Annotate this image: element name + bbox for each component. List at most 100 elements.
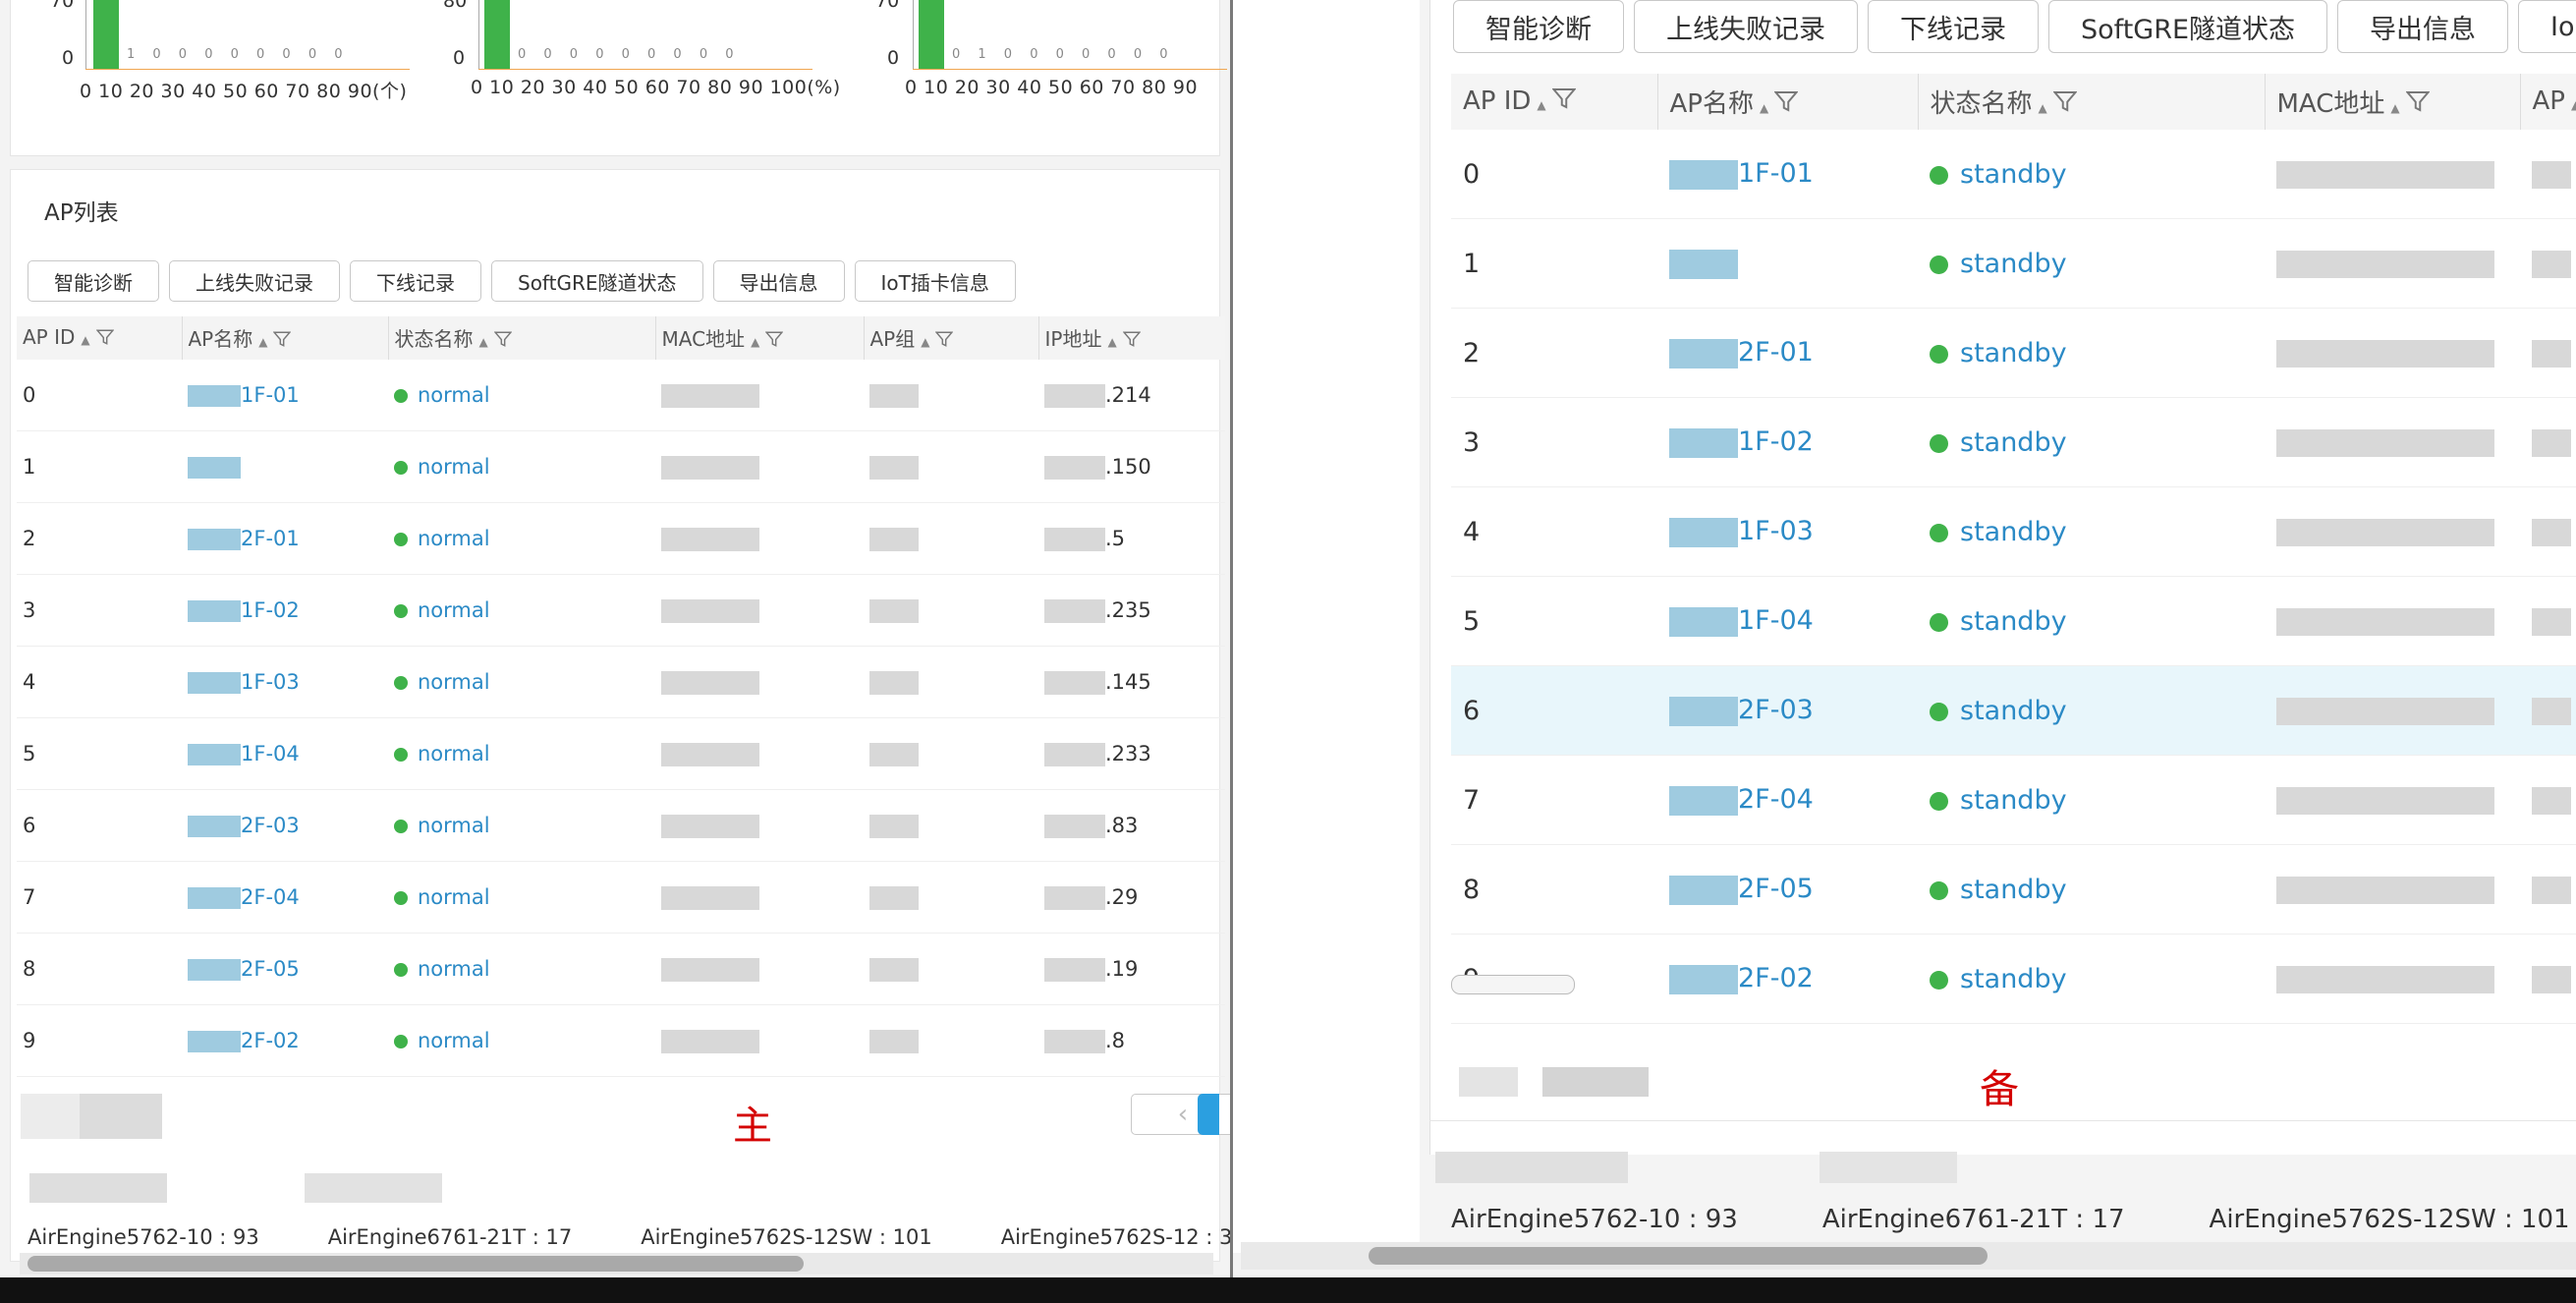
scrollbar-thumb[interactable]	[28, 1256, 804, 1272]
export-info-button[interactable]: 导出信息	[2337, 0, 2509, 53]
iot-card-info-button[interactable]: Io	[2518, 0, 2576, 53]
filter-icon[interactable]	[273, 329, 292, 353]
ap-name-link[interactable]: 2F-03	[241, 814, 300, 837]
ap-name-link[interactable]: 1F-01	[1738, 158, 1814, 189]
table-horizontal-scrollbar[interactable]	[1451, 975, 1575, 994]
filter-icon[interactable]	[1773, 89, 1799, 120]
ap-name-link[interactable]: 2F-04	[241, 885, 300, 909]
ap-name-link[interactable]: 1F-02	[1738, 426, 1814, 457]
column-header[interactable]: AP ▲	[2519, 74, 2576, 130]
online-failure-log-button[interactable]: 上线失败记录	[169, 260, 340, 302]
ap-name-link[interactable]: 1F-03	[241, 670, 300, 694]
ap-name-cell[interactable]: 1F-04	[182, 717, 388, 790]
ap-name-cell[interactable]: 2F-04	[182, 861, 388, 934]
sort-arrows-icon[interactable]: ▲	[1537, 98, 1545, 112]
filter-icon[interactable]	[493, 329, 513, 353]
column-header[interactable]: AP ID ▲	[1451, 74, 1657, 130]
column-header[interactable]: AP名称 ▲	[181, 316, 388, 360]
sort-arrows-icon[interactable]: ▲	[751, 335, 759, 349]
table-row[interactable]: 5 1F-04 standby	[1451, 576, 2576, 666]
ap-name-cell[interactable]: 2F-02	[182, 1004, 388, 1077]
table-row[interactable]: 0 1F-01 normal .214	[17, 360, 1225, 431]
column-header[interactable]: MAC地址 ▲	[654, 316, 864, 360]
table-row[interactable]: 6 2F-03 normal .83	[17, 789, 1225, 862]
ap-name-link[interactable]: 2F-01	[241, 527, 300, 550]
ap-name-cell[interactable]: 2F-02	[1657, 934, 1918, 1024]
column-header[interactable]: AP名称 ▲	[1656, 74, 1918, 130]
sort-arrows-icon[interactable]: ▲	[81, 333, 89, 347]
horizontal-scrollbar[interactable]	[1241, 1242, 2576, 1270]
ap-name-link[interactable]: 1F-04	[1738, 605, 1814, 636]
ap-name-cell[interactable]: 2F-03	[1657, 665, 1918, 756]
table-row[interactable]: 4 1F-03 standby	[1451, 486, 2576, 577]
offline-log-button[interactable]: 下线记录	[350, 260, 481, 302]
iot-card-info-button[interactable]: IoT插卡信息	[854, 260, 1016, 302]
table-row[interactable]: 2 2F-01 standby	[1451, 308, 2576, 398]
ap-name-cell[interactable]: 2F-04	[1657, 755, 1918, 845]
filter-icon[interactable]	[95, 327, 115, 351]
horizontal-scrollbar[interactable]	[20, 1253, 1213, 1275]
smart-diagnosis-button[interactable]: 智能诊断	[28, 260, 159, 302]
sort-arrows-icon[interactable]: ▲	[2390, 101, 2399, 115]
table-row[interactable]: 5 1F-04 normal .233	[17, 717, 1225, 790]
sort-arrows-icon[interactable]: ▲	[258, 335, 267, 349]
sort-arrows-icon[interactable]: ▲	[479, 335, 488, 349]
filter-icon[interactable]	[1551, 86, 1577, 117]
sort-arrows-icon[interactable]: ▲	[1760, 101, 1768, 115]
sort-arrows-icon[interactable]: ▲	[2039, 101, 2047, 115]
table-row[interactable]: 92F-02standby	[1451, 934, 2576, 1024]
table-row[interactable]: 4 1F-03 normal .145	[17, 646, 1225, 718]
ap-name-link[interactable]: 2F-05	[1738, 874, 1814, 904]
table-row[interactable]: 7 2F-04 normal .29	[17, 861, 1225, 934]
column-header[interactable]: MAC地址 ▲	[2264, 74, 2520, 130]
ap-name-link[interactable]: 2F-03	[1738, 695, 1814, 725]
table-row[interactable]: 1 standby	[1451, 218, 2576, 309]
table-row[interactable]: 9 2F-02 normal .8	[17, 1004, 1225, 1077]
smart-diagnosis-button[interactable]: 智能诊断	[1453, 0, 1624, 53]
ap-name-cell[interactable]: 2F-01	[1657, 308, 1918, 398]
ap-name-link[interactable]: 2F-04	[1738, 784, 1814, 815]
scrollbar-thumb[interactable]	[1369, 1247, 1988, 1265]
sort-arrows-icon[interactable]: ▲	[1107, 335, 1116, 349]
ap-name-cell[interactable]: 1F-02	[182, 574, 388, 647]
ap-name-link[interactable]: 1F-02	[241, 598, 300, 622]
ap-name-cell[interactable]	[182, 430, 388, 503]
ap-name-cell[interactable]: 2F-05	[1657, 844, 1918, 935]
ap-name-link[interactable]: 2F-05	[241, 957, 300, 981]
ap-name-link[interactable]: 2F-02	[1738, 963, 1814, 993]
ap-name-link[interactable]: 1F-03	[1738, 516, 1814, 546]
ap-name-cell[interactable]	[1657, 218, 1918, 309]
ap-name-link[interactable]: 1F-04	[241, 742, 300, 765]
export-info-button[interactable]: 导出信息	[712, 260, 845, 302]
table-row[interactable]: 0 1F-01 standby	[1451, 130, 2576, 219]
column-header[interactable]: AP组 ▲	[863, 316, 1038, 360]
table-row[interactable]: 2 2F-01 normal .5	[17, 502, 1225, 575]
table-row[interactable]: 8 2F-05 normal .19	[17, 933, 1225, 1005]
ap-name-link[interactable]: 2F-01	[1738, 337, 1814, 368]
column-header[interactable]: 状态名称 ▲	[1917, 74, 2265, 130]
table-row[interactable]: 1 normal .150	[17, 430, 1225, 503]
column-header[interactable]: 状态名称 ▲	[387, 316, 655, 360]
filter-icon[interactable]	[2405, 89, 2431, 120]
table-row[interactable]: 8 2F-05 standby	[1451, 844, 2576, 935]
softgre-tunnel-status-button[interactable]: SoftGRE隧道状态	[491, 260, 703, 302]
ap-name-cell[interactable]: 1F-02	[1657, 397, 1918, 487]
offline-log-button[interactable]: 下线记录	[1868, 0, 2039, 53]
column-header[interactable]: AP ID ▲	[17, 316, 182, 360]
table-row[interactable]: 6 2F-03 standby	[1451, 665, 2576, 756]
sort-arrows-icon[interactable]: ▲	[2571, 98, 2576, 112]
ap-name-cell[interactable]: 1F-03	[1657, 486, 1918, 577]
table-row[interactable]: 3 1F-02 standby	[1451, 397, 2576, 487]
ap-name-cell[interactable]: 1F-04	[1657, 576, 1918, 666]
ap-name-cell[interactable]: 2F-05	[182, 933, 388, 1005]
filter-icon[interactable]	[2052, 89, 2078, 120]
ap-name-link[interactable]: 2F-02	[241, 1029, 300, 1052]
ap-name-cell[interactable]: 2F-01	[182, 502, 388, 575]
softgre-tunnel-status-button[interactable]: SoftGRE隧道状态	[2048, 0, 2328, 53]
column-header[interactable]: IP地址 ▲	[1037, 316, 1225, 360]
filter-icon[interactable]	[1122, 329, 1142, 353]
ap-name-cell[interactable]: 2F-03	[182, 789, 388, 862]
sort-arrows-icon[interactable]: ▲	[921, 335, 929, 349]
ap-name-cell[interactable]: 1F-01	[182, 360, 388, 431]
filter-icon[interactable]	[935, 329, 954, 353]
